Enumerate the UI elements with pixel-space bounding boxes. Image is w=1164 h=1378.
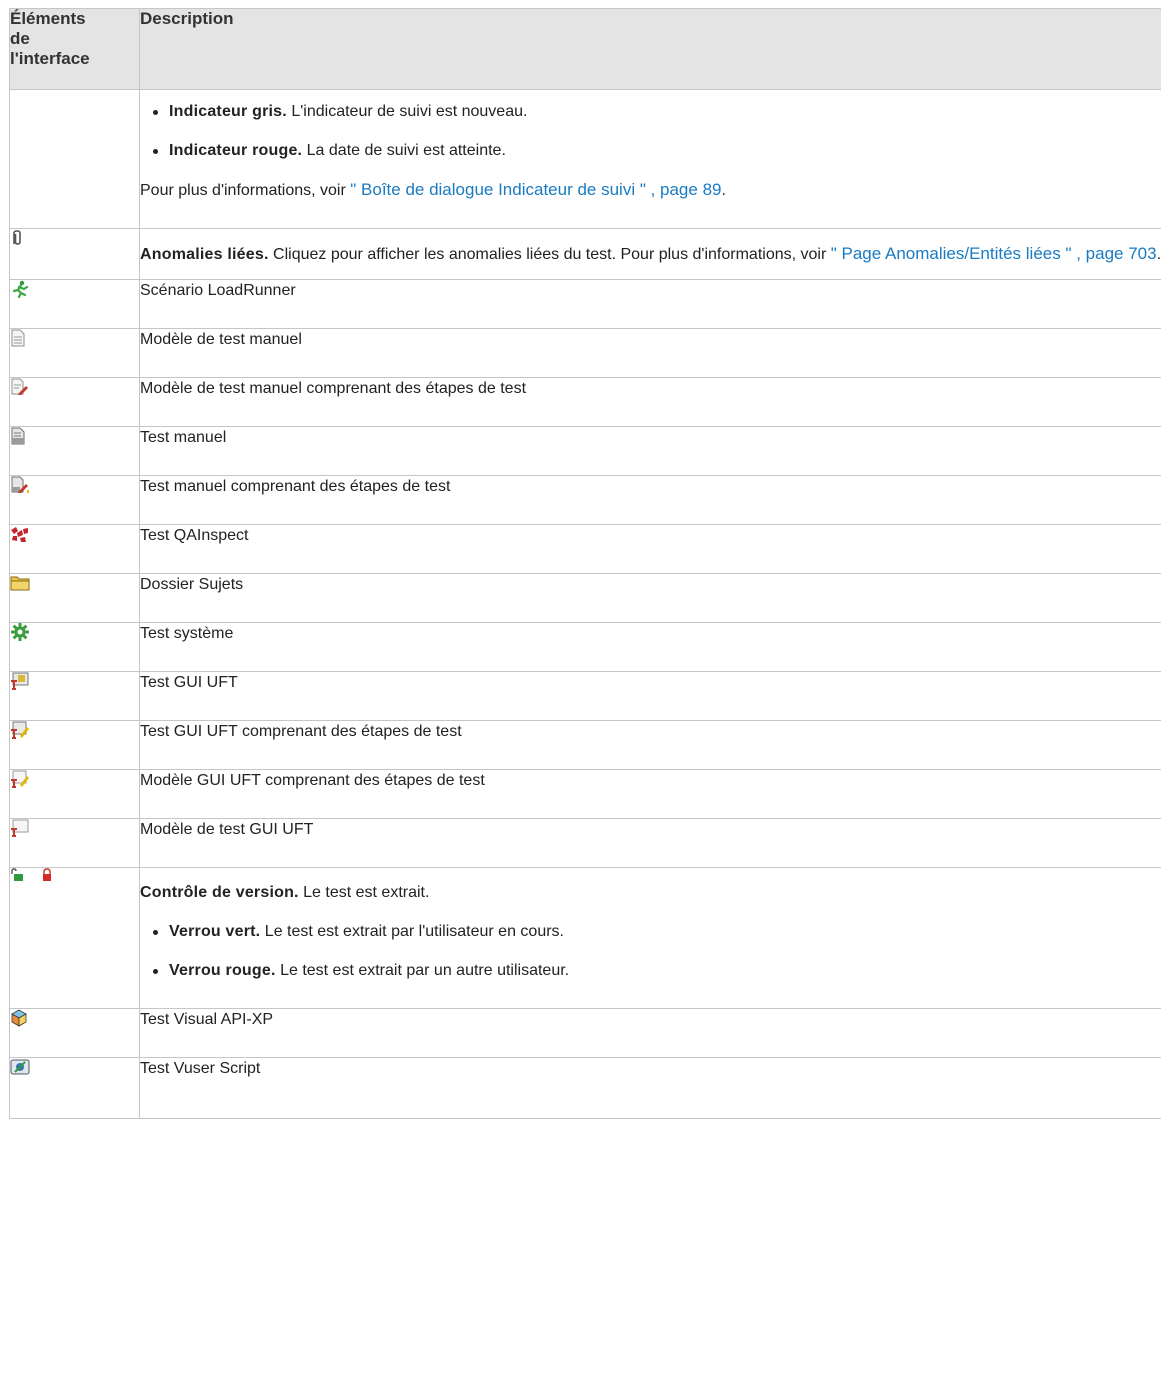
description-cell: Scénario LoadRunner	[139, 279, 1161, 329]
manual-test-template-icon	[11, 329, 25, 347]
uft-gui-template-icon	[11, 819, 29, 837]
description-cell: Modèle GUI UFT comprenant des étapes de …	[139, 769, 1161, 819]
table-row: Modèle de test manuel	[9, 328, 1161, 378]
description-cell: Indicateur gris. L'indicateur de suivi e…	[139, 89, 1161, 229]
lock-list: Verrou vert. Le test est extrait par l'u…	[140, 921, 1161, 982]
list-item: Indicateur rouge. La date de suivi est a…	[140, 140, 1161, 162]
icon-cell	[9, 89, 140, 229]
qainspect-icon	[11, 527, 28, 542]
link-followup-flag-dialog[interactable]: " Boîte de dialogue Indicateur de suivi …	[350, 180, 721, 199]
manual-test-template-steps-icon	[11, 378, 28, 395]
table-row: Test QAInspect	[9, 524, 1161, 574]
ui-elements-table: Éléments de l'interface Description Indi…	[9, 8, 1161, 1119]
description-cell: Anomalies liées. Cliquez pour afficher l…	[139, 228, 1161, 280]
table-row: Scénario LoadRunner	[9, 279, 1161, 329]
table-header-row: Éléments de l'interface Description	[9, 8, 1161, 90]
description-cell: Test Visual API-XP	[139, 1008, 1161, 1058]
paperclip-icon	[13, 230, 21, 245]
more-info-text: Pour plus d'informations, voir " Boîte d…	[140, 180, 726, 199]
manual-test-steps-icon	[11, 476, 29, 493]
table-row: Anomalies liées. Cliquez pour afficher l…	[9, 228, 1161, 280]
loadrunner-icon	[12, 280, 29, 298]
system-test-gear-icon	[11, 623, 29, 641]
list-item: Indicateur gris. L'indicateur de suivi e…	[140, 101, 1161, 123]
description-cell: Modèle de test manuel comprenant des éta…	[139, 377, 1161, 427]
description-cell: Modèle de test manuel	[139, 328, 1161, 378]
table-row: Test GUI UFT comprenant des étapes de te…	[9, 720, 1161, 770]
table-row: Test système	[9, 622, 1161, 672]
table-row: Test manuel comprenant des étapes de tes…	[9, 475, 1161, 525]
table-row: Test Vuser Script	[9, 1057, 1161, 1119]
description-cell: Test Vuser Script	[139, 1057, 1161, 1119]
uft-gui-template-steps-icon	[11, 770, 29, 788]
table-row: Indicateur gris. L'indicateur de suivi e…	[9, 89, 1161, 229]
description-cell: Test système	[139, 622, 1161, 672]
vuser-script-icon	[10, 1059, 30, 1075]
table-row: Modèle GUI UFT comprenant des étapes de …	[9, 769, 1161, 819]
table-row: Test GUI UFT	[9, 671, 1161, 721]
icon-cell	[9, 228, 140, 280]
description-cell: Dossier Sujets	[139, 573, 1161, 623]
table-row: Test manuel	[9, 426, 1161, 476]
visual-api-cube-icon	[11, 1009, 27, 1027]
flag-list: Indicateur gris. L'indicateur de suivi e…	[140, 101, 1161, 162]
manual-test-icon	[11, 427, 25, 445]
description-cell: Test manuel	[139, 426, 1161, 476]
uft-gui-test-steps-icon	[11, 721, 29, 739]
description-cell: Test QAInspect	[139, 524, 1161, 574]
table-row: Test Visual API-XP	[9, 1008, 1161, 1058]
description-cell: Test manuel comprenant des étapes de tes…	[139, 475, 1161, 525]
table-row: Contrôle de version. Le test est extrait…	[9, 867, 1161, 1009]
green-lock-icon	[11, 868, 23, 881]
description-cell: Contrôle de version. Le test est extrait…	[139, 867, 1161, 1009]
description-cell: Modèle de test GUI UFT	[139, 818, 1161, 868]
folder-icon	[10, 576, 30, 591]
table-row: Dossier Sujets	[9, 573, 1161, 623]
table-row: Modèle de test manuel comprenant des éta…	[9, 377, 1161, 427]
header-ui-elements: Éléments de l'interface	[9, 8, 140, 90]
list-item: Verrou vert. Le test est extrait par l'u…	[140, 921, 1161, 943]
description-cell: Test GUI UFT	[139, 671, 1161, 721]
uft-gui-test-icon	[11, 672, 29, 690]
document-page: Éléments de l'interface Description Indi…	[9, 8, 1161, 1378]
description-cell: Test GUI UFT comprenant des étapes de te…	[139, 720, 1161, 770]
link-linked-defects-page[interactable]: " Page Anomalies/Entités liées " , page …	[831, 244, 1157, 263]
table-row: Modèle de test GUI UFT	[9, 818, 1161, 868]
header-description: Description	[139, 8, 1161, 90]
red-lock-icon	[42, 868, 51, 881]
list-item: Verrou rouge. Le test est extrait par un…	[140, 960, 1161, 982]
